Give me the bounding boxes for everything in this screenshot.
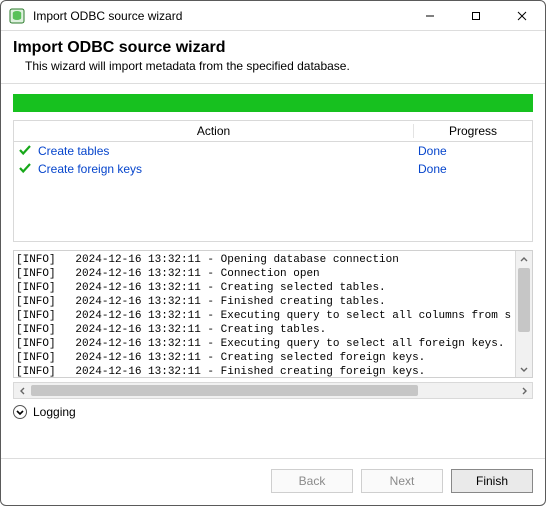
next-button: Next xyxy=(361,469,443,493)
scroll-down-icon[interactable] xyxy=(516,360,532,377)
finish-button[interactable]: Finish xyxy=(451,469,533,493)
logging-toggle-label: Logging xyxy=(33,405,76,419)
chevron-down-icon xyxy=(13,405,27,419)
title-bar: Import ODBC source wizard xyxy=(1,1,545,31)
window-minimize-button[interactable] xyxy=(407,1,453,31)
table-row[interactable]: Create tables Done xyxy=(14,142,532,160)
task-link[interactable]: Create tables xyxy=(38,144,109,158)
back-button: Back xyxy=(271,469,353,493)
wizard-header: Import ODBC source wizard This wizard wi… xyxy=(1,31,545,84)
table-row[interactable]: Create foreign keys Done xyxy=(14,160,532,178)
window-close-button[interactable] xyxy=(499,1,545,31)
window-maximize-button[interactable] xyxy=(453,1,499,31)
window-title: Import ODBC source wizard xyxy=(33,9,407,23)
scroll-right-icon[interactable] xyxy=(515,387,532,395)
app-icon xyxy=(9,8,25,24)
close-icon xyxy=(517,11,527,21)
scroll-up-icon[interactable] xyxy=(516,251,532,268)
checkmark-icon xyxy=(18,161,32,178)
logging-toggle[interactable]: Logging xyxy=(13,405,76,419)
overall-progress-wrap xyxy=(1,84,545,120)
page-title: Import ODBC source wizard xyxy=(13,39,533,57)
log-panel: [INFO] 2024-12-16 13:32:11 - Opening dat… xyxy=(13,250,533,378)
scrollbar-thumb[interactable] xyxy=(518,268,530,332)
checkmark-icon xyxy=(18,143,32,160)
log-vertical-scrollbar[interactable] xyxy=(515,251,532,377)
column-header-action[interactable]: Action xyxy=(14,124,414,138)
scrollbar-thumb[interactable] xyxy=(31,385,418,396)
maximize-icon xyxy=(471,11,481,21)
overall-progress-bar xyxy=(13,94,533,112)
task-table-body: Create tables Done Create foreign keys D… xyxy=(13,142,533,242)
task-status: Done xyxy=(414,144,532,158)
log-output[interactable]: [INFO] 2024-12-16 13:32:11 - Opening dat… xyxy=(14,251,515,377)
task-status: Done xyxy=(414,162,532,176)
task-link[interactable]: Create foreign keys xyxy=(38,162,142,176)
minimize-icon xyxy=(425,11,435,21)
column-header-progress[interactable]: Progress xyxy=(414,124,532,138)
task-table-header: Action Progress xyxy=(13,120,533,142)
log-horizontal-scrollbar[interactable] xyxy=(13,382,533,399)
task-table: Action Progress Create tables Done Creat… xyxy=(13,120,533,242)
scroll-left-icon[interactable] xyxy=(14,387,31,395)
page-subtitle: This wizard will import metadata from th… xyxy=(25,59,533,73)
wizard-footer: Back Next Finish xyxy=(1,458,545,505)
